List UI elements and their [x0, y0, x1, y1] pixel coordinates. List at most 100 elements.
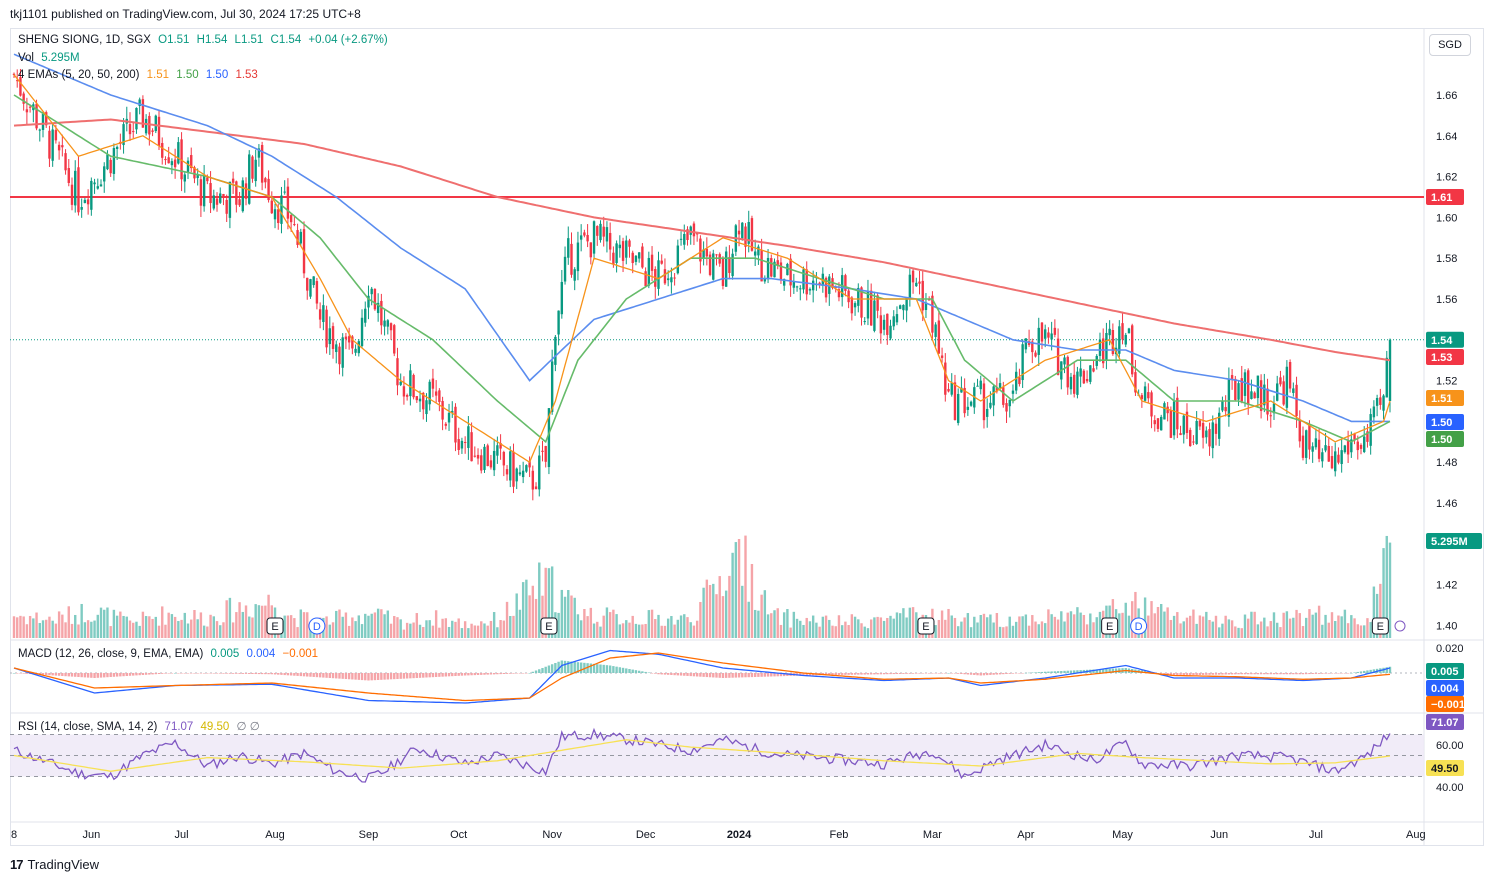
candle-body: [673, 277, 676, 279]
volume-bar: [438, 627, 441, 638]
volume-bar: [625, 620, 628, 638]
candle-body: [96, 186, 99, 189]
volume-bar: [331, 622, 335, 638]
volume-bar: [54, 623, 58, 638]
volume-bar: [209, 614, 212, 638]
volume-bar: [1340, 616, 1343, 638]
volume-bar: [1295, 609, 1298, 638]
ema50-badge: 1.50: [1431, 417, 1452, 429]
symbol-legend[interactable]: SHENG SIONG, 1D, SGX O1.51 H1.54 L1.51 C…: [18, 34, 392, 46]
candle-body: [222, 193, 225, 198]
volume-bar: [1279, 627, 1282, 638]
macd-histogram-bar: [22, 673, 25, 674]
candle-body: [947, 388, 950, 392]
macd-histogram-bar: [148, 673, 151, 675]
candle-body: [692, 223, 696, 237]
volume-bar: [1179, 623, 1182, 638]
macd-histogram-bar: [908, 673, 912, 674]
macd-histogram-bar: [351, 673, 354, 680]
volume-bar: [850, 614, 854, 638]
macd-histogram-bar: [296, 673, 299, 676]
candle-body: [1160, 416, 1163, 431]
ema-legend[interactable]: 4 EMAs (5, 20, 50, 200) 1.51 1.50 1.50 1…: [18, 69, 262, 81]
candle-body: [286, 186, 290, 219]
symbol-title[interactable]: SHENG SIONG, 1D, SGX: [18, 34, 151, 46]
candle-body: [1243, 372, 1247, 396]
macd-histogram-bar: [966, 673, 970, 675]
macd-histogram-bar: [1050, 671, 1053, 673]
volume-bar: [882, 620, 886, 638]
macd-histogram-bar: [128, 673, 132, 676]
macd-histogram-bar: [1053, 671, 1057, 673]
macd-histogram-bar: [1330, 673, 1334, 674]
volume-bar: [1118, 613, 1121, 638]
candle-body: [1143, 386, 1147, 401]
brand-name: TradingView: [27, 857, 100, 872]
volume-bar: [628, 622, 631, 638]
volume-bar: [1172, 615, 1176, 638]
candle-body: [589, 242, 593, 258]
candle-body: [409, 370, 412, 397]
volume-bar: [505, 601, 509, 638]
price-tick-label: 1.40: [1436, 620, 1457, 632]
volume-bar: [583, 609, 586, 638]
time-axis-label: Mar: [923, 829, 942, 841]
macd-histogram-bar: [138, 673, 141, 676]
volume-bar: [989, 614, 992, 638]
volume-bar: [351, 617, 354, 638]
macd-histogram-bar: [1253, 673, 1256, 675]
volume-bar: [770, 613, 773, 638]
macd-histogram-bar: [315, 673, 319, 678]
candle-body: [666, 278, 670, 281]
candle-body: [1375, 397, 1379, 406]
volume-bar: [1259, 621, 1263, 638]
macd-histogram-bar: [135, 673, 138, 676]
candle-body: [1043, 329, 1047, 339]
ema20-line: [13, 94, 1391, 444]
candle-body: [892, 316, 895, 327]
candle-body: [177, 142, 180, 164]
volume-bar: [389, 623, 393, 638]
volume-bar: [141, 611, 145, 638]
volume-bar: [96, 614, 99, 638]
candle-body: [744, 226, 747, 247]
macd-histogram-bar: [238, 673, 241, 674]
volume-bar: [83, 622, 87, 638]
macd-histogram-bar: [1308, 673, 1311, 675]
volume-bar: [35, 612, 38, 638]
macd-histogram-bar: [344, 673, 348, 680]
volume-bar: [190, 619, 193, 638]
candle-body: [396, 358, 399, 386]
candle-body: [1053, 327, 1057, 335]
volume-bar: [1176, 612, 1179, 638]
rsi-ma-badge: 49.50: [1431, 763, 1459, 775]
chart-canvas[interactable]: 1.66 1.64 1.62 1.60 1.58 1.56 1.52 1.48 1.46 1.42…: [0, 0, 1494, 883]
footer-brand[interactable]: 17 TradingView: [10, 857, 99, 872]
volume-legend[interactable]: Vol 5.295M: [18, 52, 84, 64]
volume-bar: [1098, 611, 1102, 638]
macd-legend[interactable]: MACD (12, 26, close, 9, EMA, EMA) 0.005 …: [18, 648, 322, 660]
candle-body: [254, 159, 257, 182]
candle-body: [969, 401, 973, 406]
candle-body: [99, 184, 103, 187]
volume-bar: [148, 616, 151, 638]
macd-histogram-bar: [715, 673, 718, 678]
candle-body: [492, 450, 496, 471]
candle-body: [83, 199, 87, 203]
rsi-legend[interactable]: RSI (14, close, SMA, 14, 2) 71.07 49.50 …: [18, 719, 264, 733]
price-tick-label: 1.62: [1436, 172, 1457, 184]
volume-bar: [106, 607, 109, 638]
volume-bar: [641, 624, 644, 638]
volume-bar: [973, 616, 976, 638]
macd-histogram-bar: [16, 673, 19, 674]
volume-bar: [637, 624, 641, 638]
macd-histogram-bar: [892, 673, 895, 675]
volume-bar: [167, 612, 170, 638]
macd-histogram-bar: [657, 673, 660, 675]
candle-body: [525, 465, 528, 472]
candle-body: [934, 324, 937, 337]
macd-histogram-bar: [1234, 673, 1237, 675]
macd-histogram-bar: [737, 673, 741, 678]
macd-histogram-bar: [544, 666, 547, 673]
currency-button[interactable]: SGD: [1429, 34, 1471, 56]
